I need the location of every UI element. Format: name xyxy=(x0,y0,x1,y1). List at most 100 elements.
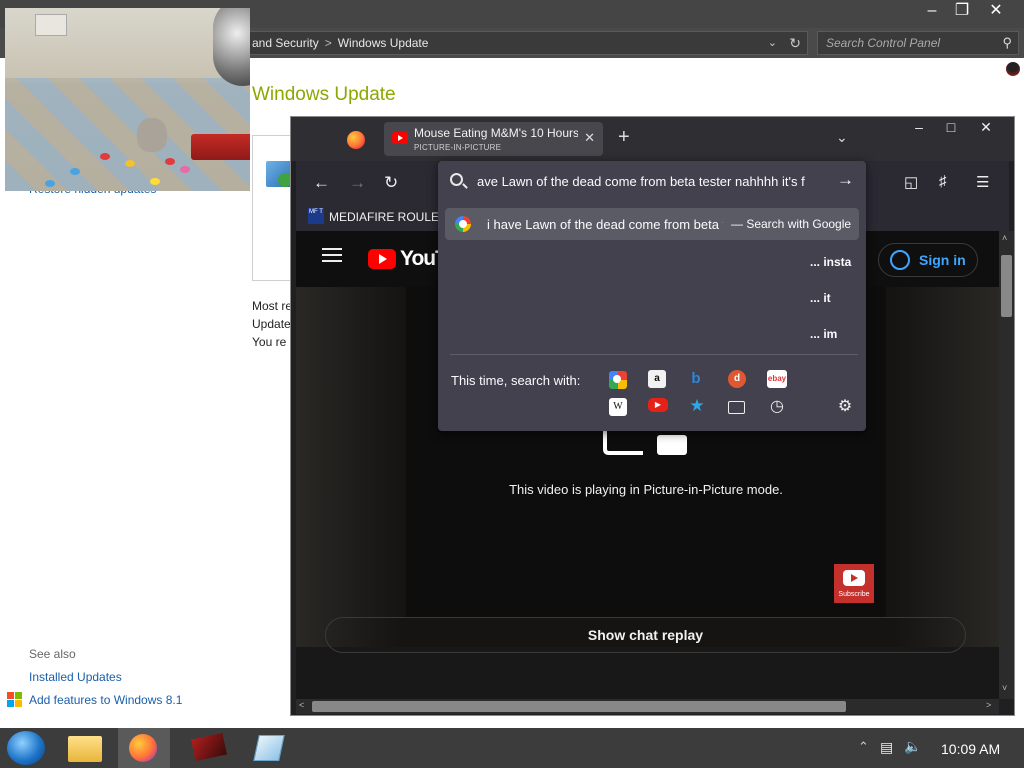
scroll-left-icon[interactable]: ˂ xyxy=(299,700,304,710)
sign-in-button[interactable]: Sign in xyxy=(878,243,978,277)
refresh-icon[interactable]: ↻ xyxy=(789,32,801,54)
tabs-icon[interactable] xyxy=(728,401,745,414)
show-chat-replay-button[interactable]: Show chat replay xyxy=(325,617,966,653)
maximize-button[interactable]: □ xyxy=(936,119,966,135)
search-control-panel-input[interactable]: Search Control Panel ⚲ xyxy=(817,31,1019,55)
hamburger-menu-icon[interactable] xyxy=(322,248,342,262)
status-text-line: You re xyxy=(252,335,287,349)
firefox-taskbar-button[interactable] xyxy=(118,728,170,768)
account-icon xyxy=(890,250,910,270)
pocket-icon[interactable]: ◱ xyxy=(904,173,918,191)
list-all-tabs-icon[interactable]: ⌄ xyxy=(836,129,848,146)
firefox-logo-icon xyxy=(347,131,365,149)
candy xyxy=(165,158,175,165)
user-avatar-icon xyxy=(1006,62,1020,76)
urlbar-dropdown: ave Lawn of the dead come from beta test… xyxy=(438,161,866,431)
candy xyxy=(70,168,80,175)
status-text-line: Update xyxy=(252,317,291,331)
suggestion-row[interactable]: ... im xyxy=(810,327,837,341)
urlbar-input[interactable]: ave Lawn of the dead come from beta test… xyxy=(438,161,866,203)
network-icon[interactable]: ▤ xyxy=(880,739,893,756)
suggestion-action: — Search with Google xyxy=(731,217,852,231)
duckduckgo-icon[interactable]: d xyxy=(728,370,746,388)
go-arrow-icon[interactable]: → xyxy=(837,170,854,190)
google-icon[interactable] xyxy=(609,371,627,389)
settings-icon[interactable]: ⚙ xyxy=(836,398,854,416)
bing-icon[interactable]: b xyxy=(687,370,705,388)
youtube-logo-icon[interactable] xyxy=(368,249,396,269)
candy xyxy=(125,160,135,167)
vertical-scrollbar[interactable]: ˄ ˅ xyxy=(999,231,1014,699)
google-icon xyxy=(455,216,471,232)
oneoff-label: This time, search with: xyxy=(451,373,581,388)
candy xyxy=(150,178,160,185)
picture-in-picture-window[interactable] xyxy=(5,8,250,191)
minimize-button[interactable]: – xyxy=(915,0,949,24)
amazon-icon[interactable]: a xyxy=(648,370,666,388)
scroll-right-icon[interactable]: ˃ xyxy=(986,700,991,710)
reload-icon[interactable]: ↻ xyxy=(384,173,398,193)
history-icon[interactable]: ◷ xyxy=(768,398,786,416)
extensions-icon[interactable]: ♯ xyxy=(939,173,947,190)
breadcrumb-windows-update[interactable]: Windows Update xyxy=(338,36,429,50)
scroll-down-icon[interactable]: ˅ xyxy=(1002,683,1007,693)
address-dropdown-icon[interactable]: ⌄ xyxy=(768,32,777,54)
youtube-play-icon xyxy=(843,570,865,586)
urlbar-text[interactable]: ave Lawn of the dead come from beta test… xyxy=(477,174,835,189)
picture-in-picture-icon xyxy=(603,427,687,455)
suggestion-row[interactable]: ... it xyxy=(810,291,831,305)
tab-youtube[interactable]: Mouse Eating M&M's 10 Hours PICTURE-IN-P… xyxy=(384,122,603,156)
notepad-icon[interactable] xyxy=(253,735,285,761)
search-icon[interactable]: ⚲ xyxy=(1002,32,1012,54)
bookmarks-icon[interactable]: ★ xyxy=(688,397,706,415)
horizontal-scrollbar[interactable]: ˂ ˃ xyxy=(296,699,999,714)
update-status-panel xyxy=(252,135,292,281)
taskbar: ⌃ ▤ 🔈 10:09 AM xyxy=(0,728,1024,768)
restore-button[interactable]: ❐ xyxy=(945,0,979,24)
suggestion-row[interactable]: ... insta xyxy=(810,255,851,269)
add-features-link[interactable]: Add features to Windows 8.1 xyxy=(29,693,182,707)
new-tab-button[interactable]: + xyxy=(618,126,630,149)
start-orb-icon[interactable] xyxy=(7,731,45,765)
close-tab-icon[interactable]: ✕ xyxy=(584,130,595,146)
file-explorer-icon[interactable] xyxy=(68,736,102,762)
wikipedia-icon[interactable]: W xyxy=(609,398,627,416)
see-also-heading: See also xyxy=(29,647,76,661)
suggestion-text: i have Lawn of the dead come from beta t… xyxy=(487,217,723,232)
search-placeholder: Search Control Panel xyxy=(826,36,941,50)
back-arrow-icon[interactable]: ← xyxy=(313,173,330,193)
tab-subtitle: PICTURE-IN-PICTURE xyxy=(414,143,502,152)
installed-updates-link[interactable]: Installed Updates xyxy=(29,670,122,684)
scrollbar-thumb[interactable] xyxy=(1001,255,1012,317)
show-hidden-icons[interactable]: ⌃ xyxy=(858,739,869,755)
sign-in-label: Sign in xyxy=(919,252,966,268)
address-bar[interactable]: and Security > Windows Update ⌄ ↻ xyxy=(248,31,808,55)
subscribe-button[interactable]: Subscribe xyxy=(834,564,874,603)
scrollbar-thumb[interactable] xyxy=(312,701,846,712)
search-icon xyxy=(450,173,463,186)
bookmark-mediafire-roulette[interactable]: MEDIAFIRE ROULETT xyxy=(329,210,454,224)
youtube-favicon-icon xyxy=(392,132,408,144)
close-button[interactable]: ✕ xyxy=(971,119,1001,136)
youtube-icon[interactable]: ▶ xyxy=(648,398,668,412)
candy-box xyxy=(191,134,250,160)
toy-mouse xyxy=(137,118,167,152)
scroll-up-icon[interactable]: ˄ xyxy=(1002,233,1007,243)
firefox-icon xyxy=(129,734,157,762)
game-app-icon[interactable] xyxy=(191,732,227,762)
close-button[interactable]: ✕ xyxy=(979,0,1013,24)
candy xyxy=(100,153,110,160)
windows-logo-icon xyxy=(7,692,23,708)
breadcrumb-security[interactable]: and Security xyxy=(252,36,319,50)
candy xyxy=(180,166,190,173)
menu-icon[interactable]: ☰ xyxy=(976,173,989,191)
ebay-icon[interactable]: ebay xyxy=(767,370,787,388)
windows-update-icon xyxy=(266,161,292,187)
search-suggestion[interactable]: i have Lawn of the dead come from beta t… xyxy=(445,208,859,240)
volume-icon[interactable]: 🔈 xyxy=(904,738,921,755)
forward-arrow-icon[interactable]: → xyxy=(349,173,366,193)
candy xyxy=(45,180,55,187)
minimize-button[interactable]: – xyxy=(904,119,934,135)
status-text-line: Most re xyxy=(252,299,292,313)
clock[interactable]: 10:09 AM xyxy=(941,741,1000,757)
